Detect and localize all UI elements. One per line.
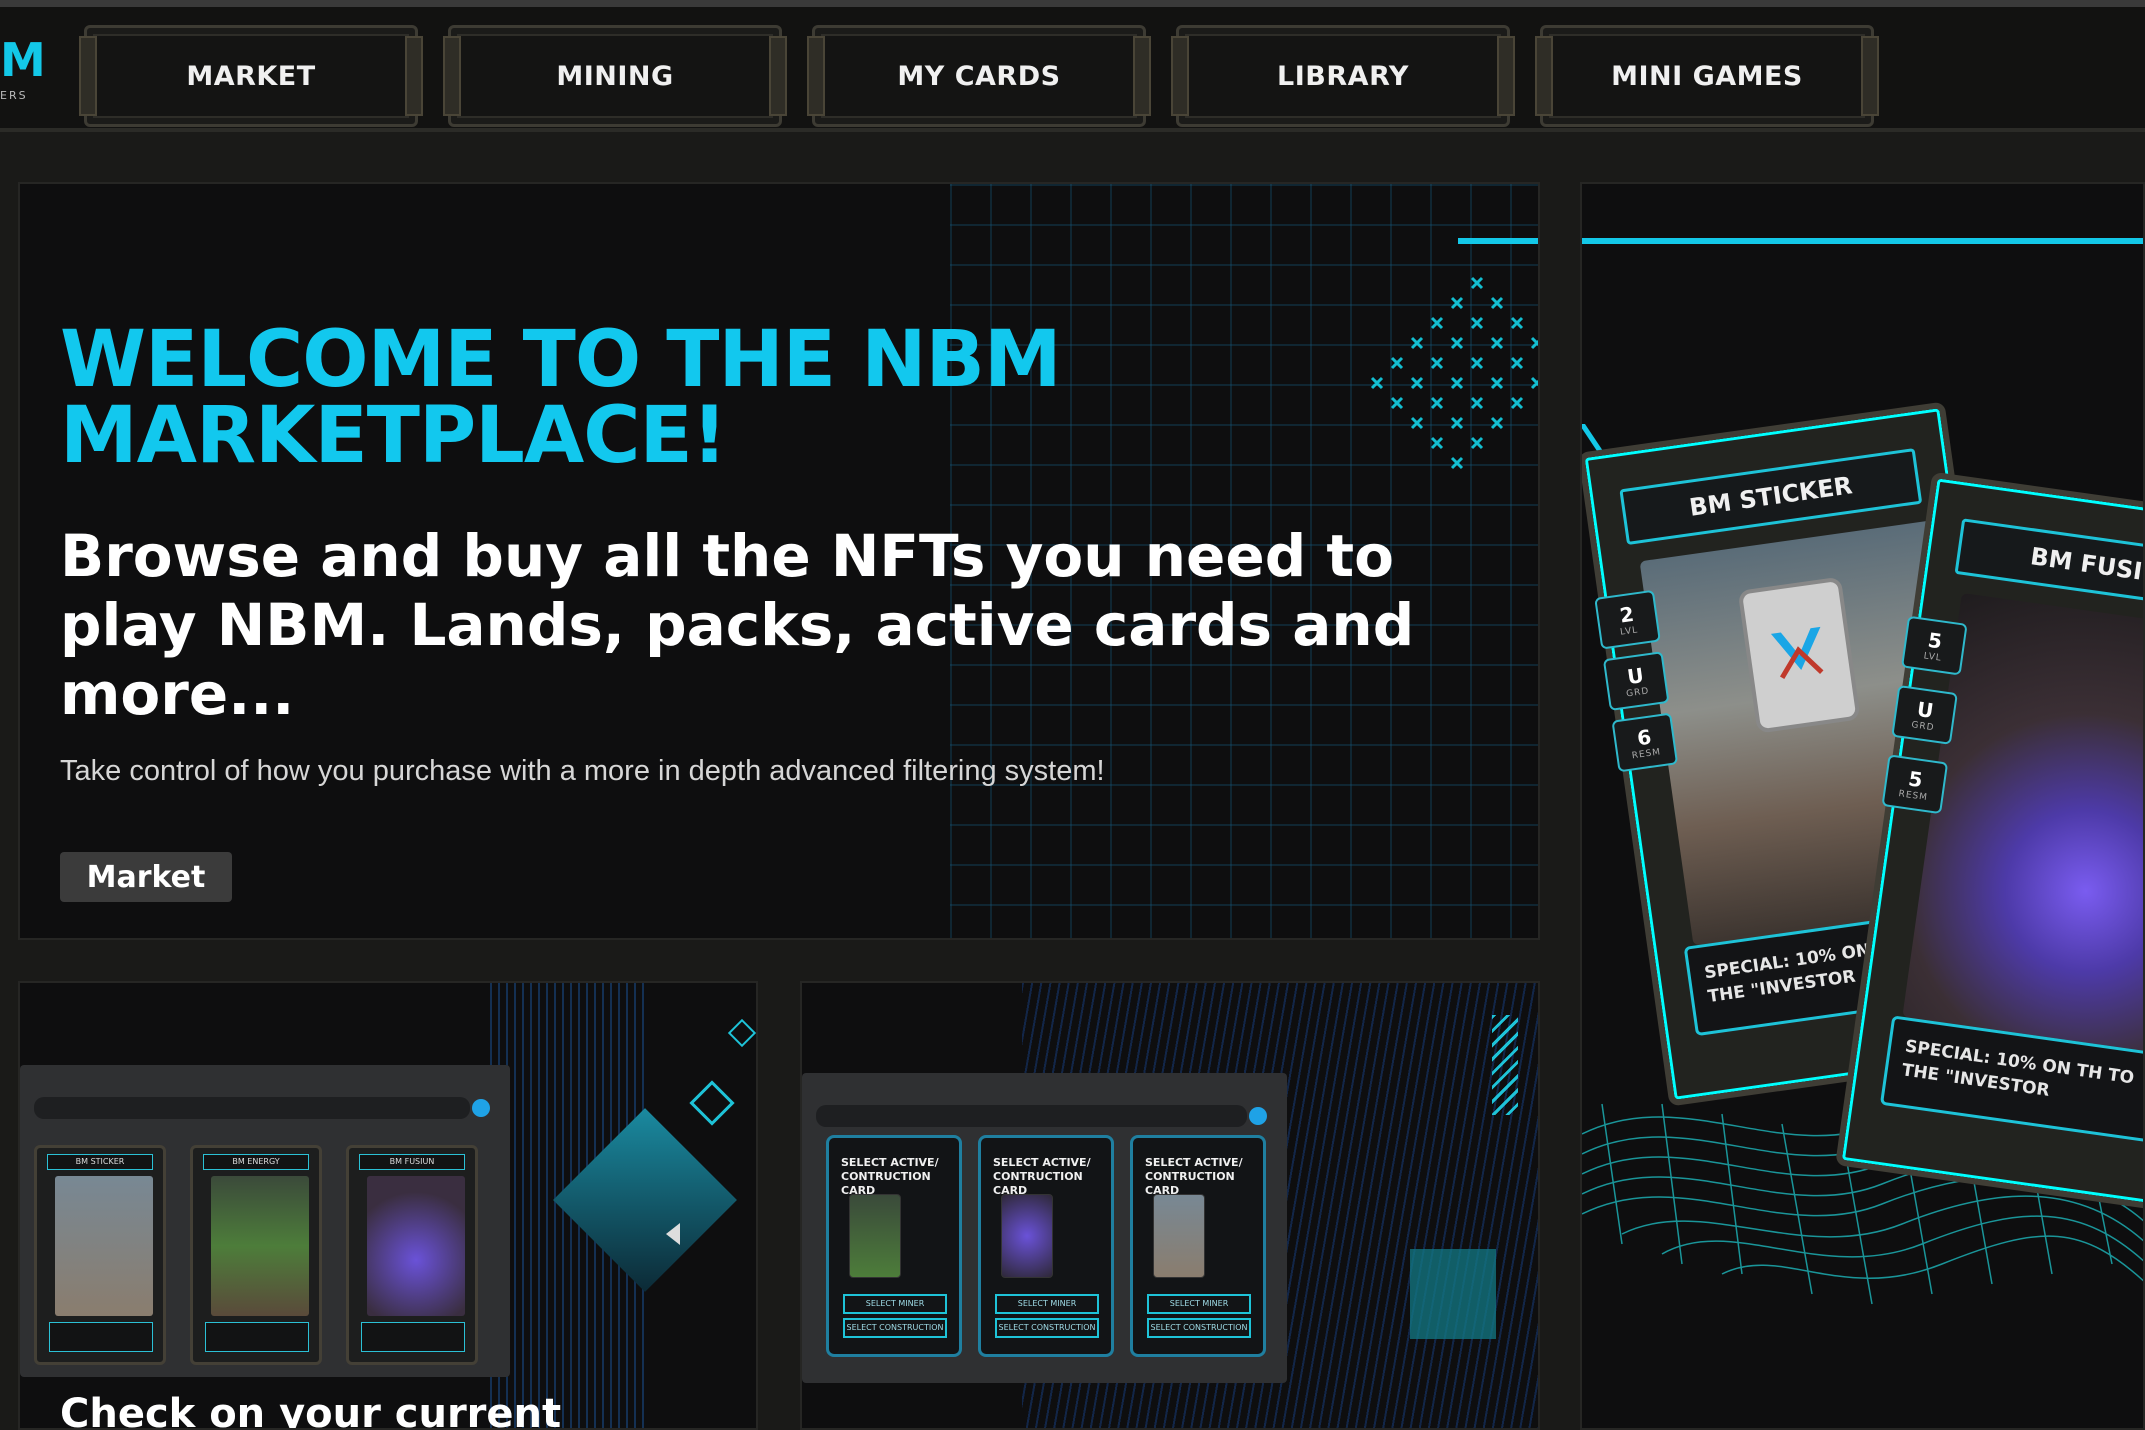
select-miner-button: SELECT MINER [995,1294,1099,1314]
nav-library-button[interactable]: LIBRARY [1171,25,1515,127]
nav-market-button[interactable]: MARKET [79,25,423,127]
my-cards-preview-panel: BM STICKER BM ENERGY BM FUSIUN Check on … [18,981,758,1430]
mini-card-art [367,1176,465,1316]
select-card-image [1001,1194,1053,1278]
top-navbar: M ERS MARKET MINING MY CARDS LIBRARY MIN… [0,7,2145,132]
nav-mining-button[interactable]: MINING [443,25,787,127]
market-button[interactable]: Market [60,852,232,902]
stat-value: 2 [1618,601,1636,628]
mini-browser-icon [472,1099,490,1117]
mini-url-bar [816,1105,1247,1127]
select-card-preview-panel: SELECT ACTIVE/ CONTRUCTION CARD SELECT M… [800,981,1540,1430]
mini-card: BM ENERGY [190,1145,322,1365]
stat-level: 5 LVL [1900,615,1968,676]
panel-heading: Check on your current [60,1391,562,1430]
mini-card: BM STICKER [34,1145,166,1365]
stat-unit: GRD [1625,686,1651,700]
top-border [0,0,2145,7]
stat-value: 5 [1926,627,1944,654]
stat-value: U [1915,696,1935,723]
card-showcase-panel: BM STICKER 2 LVL U GRD 6 RESM SPECIAL: 10% … [1580,182,2145,1430]
mini-card-special [205,1322,309,1352]
mini-card-special [49,1322,153,1352]
select-card-heading: SELECT ACTIVE/ CONTRUCTION CARD [993,1156,1091,1197]
select-construction-button: SELECT CONSTRUCTION [995,1318,1099,1338]
stat-unit: RESM [1631,747,1662,762]
mini-card-title: BM ENERGY [203,1154,309,1170]
play-arrow-icon [666,1223,680,1245]
mini-card-title: BM FUSIUN [359,1154,465,1170]
mini-browser-icon [1249,1107,1267,1125]
stat-unit: RESM [1897,789,1929,804]
select-card-heading: SELECT ACTIVE/ CONTRUCTION CARD [841,1156,939,1197]
accent-line [1582,238,2143,244]
mini-card-art [55,1176,153,1316]
stat-resm: 5 RESM [1881,754,1949,815]
diamond-outline-decoration [727,1018,756,1048]
select-miner-button: SELECT MINER [1147,1294,1251,1314]
accent-line [1458,238,1538,244]
stat-resm: 6 RESM [1611,712,1679,773]
emblem-icon [1739,578,1860,733]
stat-grade: U GRD [1602,651,1670,711]
select-construction-button: SELECT CONSTRUCTION [843,1318,947,1338]
brand-logo[interactable]: M ERS [0,37,46,107]
stat-unit: GRD [1910,720,1936,734]
mini-url-bar [34,1097,470,1119]
select-card: SELECT ACTIVE/ CONTRUCTION CARD SELECT M… [1130,1135,1266,1357]
mini-card: BM FUSIUN [346,1145,478,1365]
mini-card-title: BM STICKER [47,1154,153,1170]
logo-mark: M [0,33,46,87]
hero-subtitle: Browse and buy all the NFTs you need to … [60,522,1415,728]
logo-subtext: ERS [0,89,28,102]
hero-description: Take control of how you purchase with a … [60,755,1105,787]
stat-unit: LVL [1619,625,1639,638]
nav-my-cards-button[interactable]: MY CARDS [807,25,1151,127]
teal-block-decoration [1410,1249,1496,1339]
select-miner-button: SELECT MINER [843,1294,947,1314]
mini-browser-window: BM STICKER BM ENERGY BM FUSIUN [20,1065,510,1377]
nav-mini-games-button[interactable]: MINI GAMES [1535,25,1879,127]
stat-value: 6 [1635,724,1653,751]
stat-value: U [1625,663,1646,690]
stat-level: 2 LVL [1594,589,1661,650]
diamond-outline-decoration [689,1080,735,1126]
stripes-decoration [1492,1015,1518,1115]
hero-banner: WELCOME TO THE NBM MARKETPLACE! Browse a… [18,182,1540,940]
select-card: SELECT ACTIVE/ CONTRUCTION CARD SELECT M… [978,1135,1114,1357]
select-card-image [849,1194,901,1278]
select-card: SELECT ACTIVE/ CONTRUCTION CARD SELECT M… [826,1135,962,1357]
hero-title: WELCOME TO THE NBM MARKETPLACE! [60,315,1062,481]
stat-grade: U GRD [1891,685,1958,745]
x-pattern-decoration [1370,276,1538,470]
mini-card-special [361,1322,465,1352]
stat-unit: LVL [1922,651,1943,664]
mini-card-art [211,1176,309,1316]
select-construction-button: SELECT CONSTRUCTION [1147,1318,1251,1338]
stat-value: 5 [1906,766,1925,793]
select-card-heading: SELECT ACTIVE/ CONTRUCTION CARD [1145,1156,1243,1197]
select-card-image [1153,1194,1205,1278]
mini-browser-window: SELECT ACTIVE/ CONTRUCTION CARD SELECT M… [802,1073,1287,1383]
